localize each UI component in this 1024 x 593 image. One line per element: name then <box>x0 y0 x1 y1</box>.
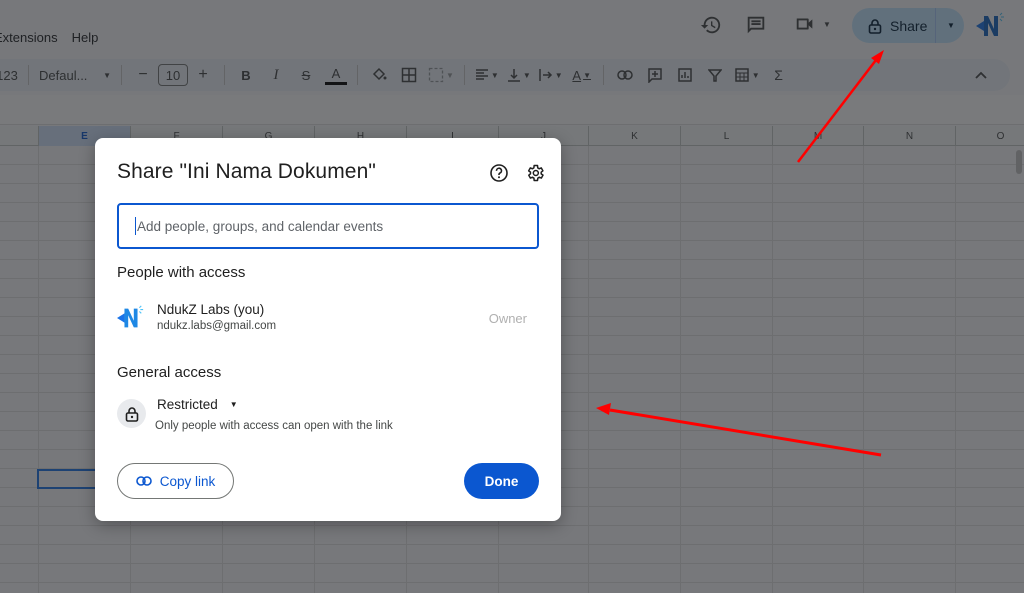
people-with-access-heading: People with access <box>117 264 246 281</box>
person-row: NdukZ Labs (you) ndukz.labs@gmail.com Ow… <box>117 301 539 335</box>
copy-link-button[interactable]: Copy link <box>117 463 234 499</box>
chevron-down-icon: ▼ <box>229 400 238 409</box>
link-icon <box>135 476 152 486</box>
avatar <box>117 304 145 332</box>
person-role: Owner <box>488 311 527 326</box>
access-description: Only people with access can open with th… <box>155 420 393 432</box>
text-cursor <box>135 217 136 235</box>
general-access-dropdown[interactable]: Restricted ▼ <box>157 397 238 412</box>
help-icon[interactable] <box>489 163 509 183</box>
gear-icon[interactable] <box>525 163 545 183</box>
copy-link-label: Copy link <box>159 473 216 489</box>
person-email: ndukz.labs@gmail.com <box>157 320 277 332</box>
access-level: Restricted <box>157 397 218 412</box>
add-people-input[interactable] <box>137 218 517 234</box>
done-button[interactable]: Done <box>464 463 539 499</box>
dialog-title: Share "Ini Nama Dokumen" <box>117 160 376 183</box>
lock-icon <box>117 399 146 428</box>
person-name: NdukZ Labs (you) <box>157 302 265 317</box>
add-people-input-wrapper <box>117 203 539 249</box>
general-access-heading: General access <box>117 364 222 381</box>
share-dialog: Share "Ini Nama Dokumen" People with acc… <box>95 138 561 521</box>
